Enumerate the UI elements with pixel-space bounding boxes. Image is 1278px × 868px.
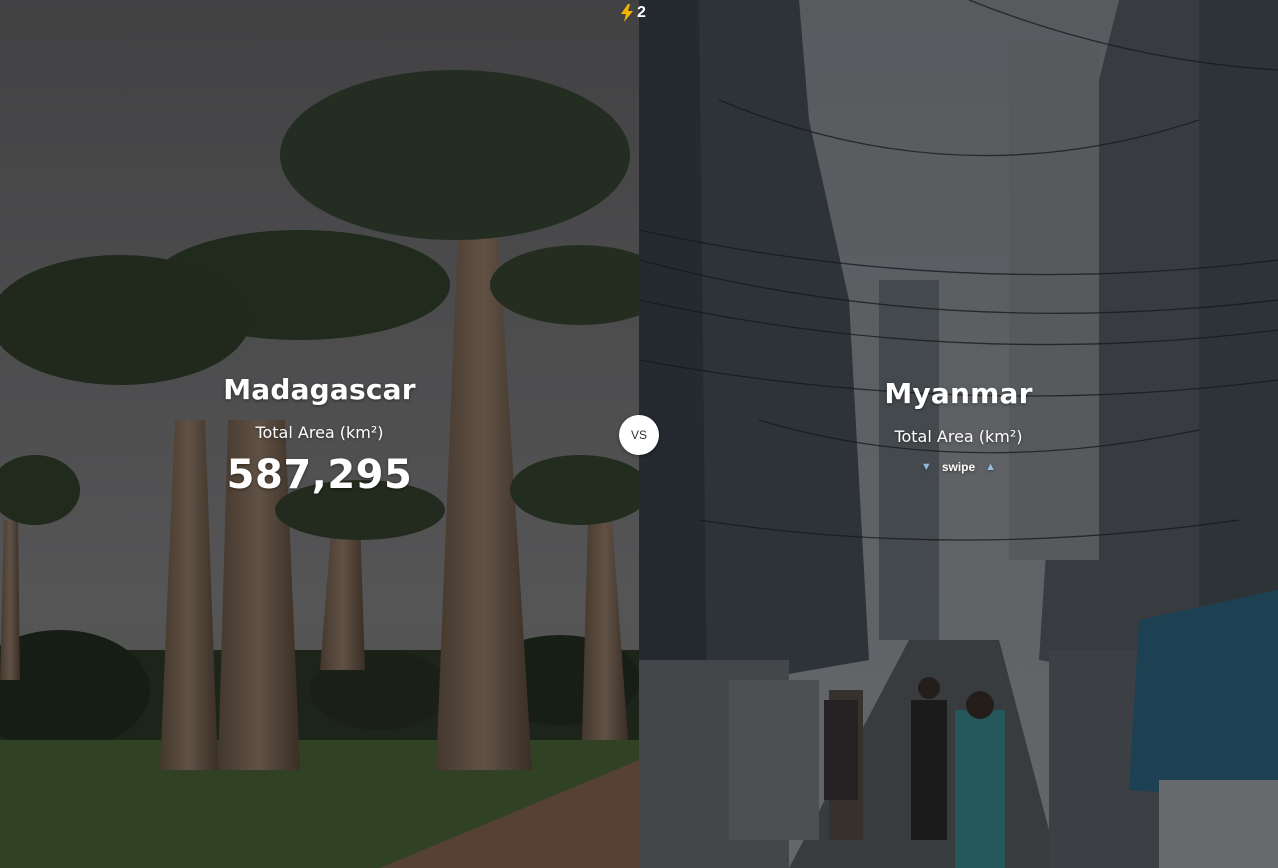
- left-metric-value: 587,295: [226, 452, 413, 498]
- right-country-panel[interactable]: Myanmar Total Area (km²) ▼ swipe ▲: [639, 0, 1278, 868]
- chevron-down-icon: ▼: [920, 461, 932, 473]
- streak-count: 2: [637, 4, 646, 21]
- swipe-hint-label: swipe: [941, 460, 976, 474]
- right-info-block: Myanmar Total Area (km²) ▼ swipe ▲: [639, 376, 1278, 475]
- left-country-name: Madagascar: [223, 373, 416, 406]
- right-country-name: Myanmar: [884, 377, 1033, 410]
- left-metric-label: Total Area (km²): [255, 423, 384, 442]
- vs-badge: VS: [619, 415, 659, 455]
- streak-counter: 2: [620, 4, 646, 22]
- game-stage: 2 Madagascar Total Area (km²) 587,295 My…: [0, 0, 1278, 868]
- left-country-panel: Madagascar Total Area (km²) 587,295: [0, 0, 639, 868]
- chevron-up-icon: ▲: [985, 461, 997, 473]
- right-metric-label: Total Area (km²): [894, 427, 1023, 446]
- lightning-icon: [621, 4, 633, 22]
- left-info-block: Madagascar Total Area (km²) 587,295: [0, 372, 639, 500]
- swipe-hint[interactable]: ▼ swipe ▲: [921, 460, 996, 474]
